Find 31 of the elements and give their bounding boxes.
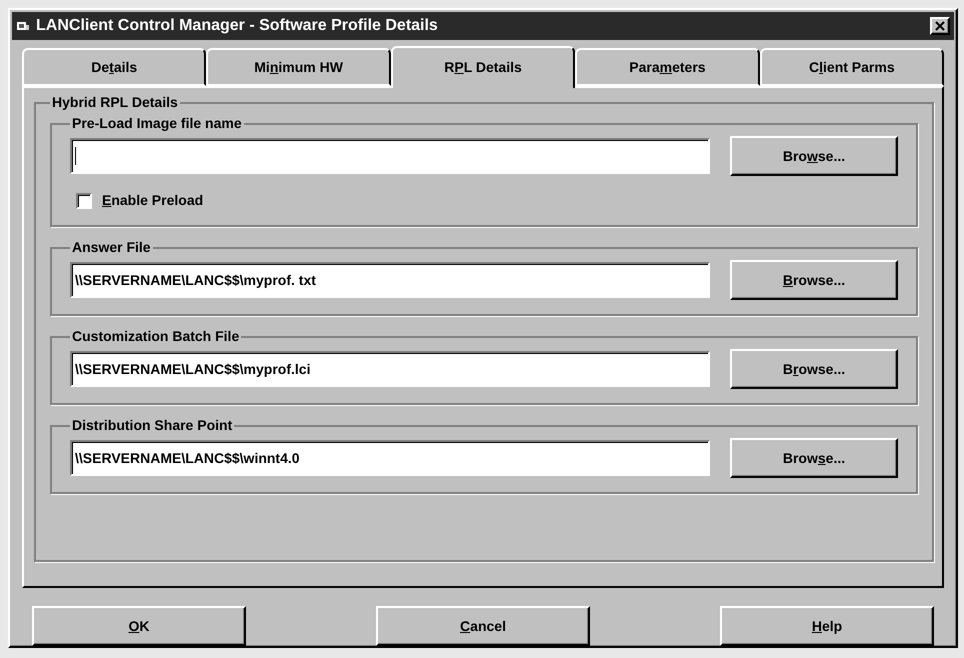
tab[interactable]: Minimum HW (206, 48, 391, 86)
tab[interactable]: Parameters (575, 48, 760, 86)
path-field[interactable]: \\SERVERNAME\LANC$$\myprof. txt (70, 262, 710, 298)
tab[interactable]: Details (22, 48, 206, 86)
checkbox-label[interactable]: Enable Preload (102, 190, 204, 211)
group-title: Distribution Share Point (71, 416, 234, 435)
tab[interactable]: Client Parms (760, 48, 944, 86)
browse-button[interactable]: Browse... (730, 260, 898, 300)
window-title: LANClient Control Manager - Software Profile Details (36, 16, 439, 36)
path-value: \\SERVERNAME\LANC$$\myprof.lci (75, 360, 310, 379)
close-icon (935, 21, 945, 31)
path-field[interactable]: \\SERVERNAME\LANC$$\myprof.lci (70, 351, 710, 387)
dialog-button[interactable]: OK (32, 606, 246, 646)
path-field[interactable] (70, 138, 710, 174)
path-value: \\SERVERNAME\LANC$$\winnt4.0 (75, 448, 300, 468)
group-title: Customization Batch File (71, 327, 240, 346)
group-title: Answer File (71, 238, 152, 257)
app-icon (16, 19, 30, 33)
text-cursor (75, 147, 76, 165)
group-title: Pre-Load Image file name (71, 114, 243, 133)
tab[interactable]: RPL Details (390, 46, 576, 88)
group-title: Hybrid RPL Details (51, 93, 179, 112)
dialog-button[interactable]: Cancel (376, 606, 590, 646)
checkbox[interactable] (76, 192, 92, 208)
dialog-button[interactable]: Help (720, 606, 934, 646)
browse-button[interactable]: Browse... (730, 349, 898, 389)
close-button[interactable] (930, 17, 950, 35)
browse-button[interactable]: Browse... (730, 438, 898, 478)
path-field[interactable]: \\SERVERNAME\LANC$$\winnt4.0 (70, 440, 710, 476)
path-value: \\SERVERNAME\LANC$$\myprof. txt (75, 270, 316, 290)
browse-button[interactable]: Browse... (730, 136, 898, 176)
